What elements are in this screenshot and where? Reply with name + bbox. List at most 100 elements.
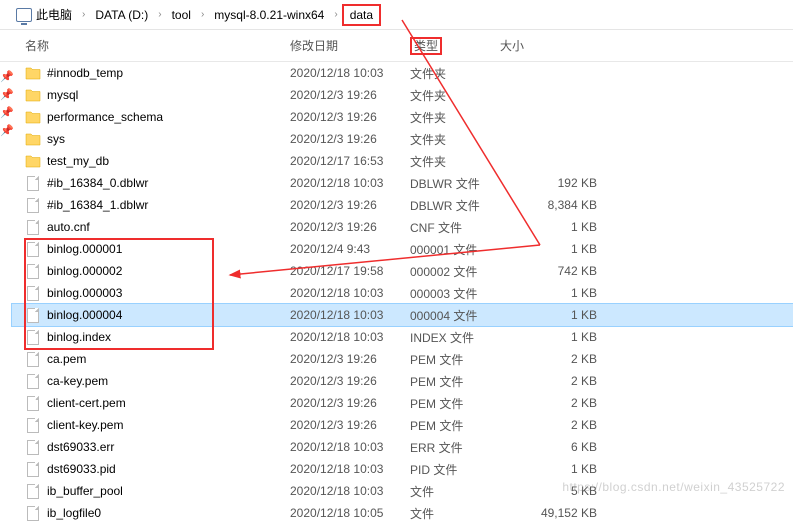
file-name: binlog.000001	[47, 242, 290, 256]
file-size: 742 KB	[515, 264, 615, 278]
file-type: 文件夹	[410, 87, 515, 104]
breadcrumb-label: DATA (D:)	[95, 8, 148, 22]
file-date: 2020/12/3 19:26	[290, 352, 410, 366]
file-row[interactable]: binlog.0000042020/12/18 10:03000004 文件1 …	[12, 304, 793, 326]
file-icon	[25, 241, 41, 257]
file-icon	[25, 439, 41, 455]
folder-icon	[25, 131, 41, 147]
file-date: 2020/12/18 10:03	[290, 176, 410, 190]
column-header-date[interactable]: 修改日期	[290, 37, 410, 54]
file-date: 2020/12/18 10:03	[290, 308, 410, 322]
column-header-row: 名称 修改日期 类型 大小	[0, 30, 793, 62]
breadcrumb-item[interactable]: data	[342, 4, 381, 26]
file-row[interactable]: ib_logfile02020/12/18 10:05文件49,152 KB	[12, 502, 793, 524]
folder-row[interactable]: test_my_db2020/12/17 16:53文件夹	[12, 150, 793, 172]
file-type: PEM 文件	[410, 417, 515, 434]
file-row[interactable]: auto.cnf2020/12/3 19:26CNF 文件1 KB	[12, 216, 793, 238]
file-row[interactable]: dst69033.pid2020/12/18 10:03PID 文件1 KB	[12, 458, 793, 480]
file-size: 49,152 KB	[515, 506, 615, 520]
breadcrumb-label: mysql-8.0.21-winx64	[214, 8, 324, 22]
file-row[interactable]: #ib_16384_0.dblwr2020/12/18 10:03DBLWR 文…	[12, 172, 793, 194]
folder-icon	[25, 87, 41, 103]
file-date: 2020/12/3 19:26	[290, 198, 410, 212]
chevron-right-icon: ›	[330, 9, 341, 20]
file-size: 2 KB	[515, 418, 615, 432]
file-type: CNF 文件	[410, 219, 515, 236]
file-type: 000001 文件	[410, 241, 515, 258]
file-date: 2020/12/17 16:53	[290, 154, 410, 168]
chevron-right-icon: ›	[154, 9, 165, 20]
file-row[interactable]: binlog.0000012020/12/4 9:43000001 文件1 KB	[12, 238, 793, 260]
column-header-name[interactable]: 名称	[25, 37, 290, 54]
file-size: 1 KB	[515, 330, 615, 344]
file-name: test_my_db	[47, 154, 290, 168]
file-icon	[25, 417, 41, 433]
file-icon	[25, 373, 41, 389]
file-row[interactable]: binlog.0000022020/12/17 19:58000002 文件74…	[12, 260, 793, 282]
file-date: 2020/12/3 19:26	[290, 220, 410, 234]
file-date: 2020/12/18 10:03	[290, 462, 410, 476]
breadcrumb-label: 此电脑	[36, 6, 72, 23]
file-row[interactable]: binlog.index2020/12/18 10:03INDEX 文件1 KB	[12, 326, 793, 348]
breadcrumb-item[interactable]: 此电脑	[10, 4, 78, 25]
column-header-type[interactable]: 类型	[410, 37, 442, 54]
file-date: 2020/12/4 9:43	[290, 242, 410, 256]
file-date: 2020/12/3 19:26	[290, 418, 410, 432]
file-icon	[25, 329, 41, 345]
file-date: 2020/12/18 10:03	[290, 330, 410, 344]
file-type: PEM 文件	[410, 395, 515, 412]
file-icon	[25, 263, 41, 279]
file-row[interactable]: ca.pem2020/12/3 19:26PEM 文件2 KB	[12, 348, 793, 370]
file-date: 2020/12/17 19:58	[290, 264, 410, 278]
file-row[interactable]: client-cert.pem2020/12/3 19:26PEM 文件2 KB	[12, 392, 793, 414]
breadcrumb-label: data	[350, 8, 373, 22]
file-type: INDEX 文件	[410, 329, 515, 346]
file-type: 000004 文件	[410, 307, 515, 324]
file-type: DBLWR 文件	[410, 197, 515, 214]
file-name: binlog.index	[47, 330, 290, 344]
folder-row[interactable]: performance_schema2020/12/3 19:26文件夹	[12, 106, 793, 128]
file-row[interactable]: binlog.0000032020/12/18 10:03000003 文件1 …	[12, 282, 793, 304]
file-size: 8,384 KB	[515, 198, 615, 212]
breadcrumb-item[interactable]: tool	[166, 6, 197, 24]
file-icon	[25, 483, 41, 499]
this-pc-icon	[16, 8, 32, 22]
file-date: 2020/12/3 19:26	[290, 110, 410, 124]
file-name: dst69033.pid	[47, 462, 290, 476]
file-type: 文件	[410, 505, 515, 522]
file-name: sys	[47, 132, 290, 146]
watermark: https://blog.csdn.net/weixin_43525722	[562, 480, 785, 494]
file-icon	[25, 285, 41, 301]
folder-row[interactable]: sys2020/12/3 19:26文件夹	[12, 128, 793, 150]
chevron-right-icon: ›	[197, 9, 208, 20]
file-name: client-key.pem	[47, 418, 290, 432]
file-size: 192 KB	[515, 176, 615, 190]
file-name: ib_logfile0	[47, 506, 290, 520]
file-size: 2 KB	[515, 374, 615, 388]
breadcrumb-item[interactable]: mysql-8.0.21-winx64	[208, 6, 330, 24]
folder-row[interactable]: mysql2020/12/3 19:26文件夹	[12, 84, 793, 106]
file-icon	[25, 219, 41, 235]
breadcrumb-label: tool	[172, 8, 191, 22]
file-type: 000003 文件	[410, 285, 515, 302]
file-size: 2 KB	[515, 396, 615, 410]
file-name: binlog.000003	[47, 286, 290, 300]
file-icon	[25, 461, 41, 477]
file-name: #ib_16384_1.dblwr	[47, 198, 290, 212]
folder-row[interactable]: #innodb_temp2020/12/18 10:03文件夹	[12, 62, 793, 84]
file-name: mysql	[47, 88, 290, 102]
file-date: 2020/12/3 19:26	[290, 132, 410, 146]
file-date: 2020/12/3 19:26	[290, 396, 410, 410]
file-row[interactable]: ca-key.pem2020/12/3 19:26PEM 文件2 KB	[12, 370, 793, 392]
column-header-size[interactable]: 大小	[442, 37, 542, 54]
file-name: ca-key.pem	[47, 374, 290, 388]
file-row[interactable]: client-key.pem2020/12/3 19:26PEM 文件2 KB	[12, 414, 793, 436]
file-type: ERR 文件	[410, 439, 515, 456]
file-date: 2020/12/18 10:03	[290, 66, 410, 80]
file-icon	[25, 175, 41, 191]
breadcrumb-item[interactable]: DATA (D:)	[89, 6, 154, 24]
file-row[interactable]: dst69033.err2020/12/18 10:03ERR 文件6 KB	[12, 436, 793, 458]
file-list: #innodb_temp2020/12/18 10:03文件夹mysql2020…	[0, 62, 793, 524]
file-type: 000002 文件	[410, 263, 515, 280]
file-row[interactable]: #ib_16384_1.dblwr2020/12/3 19:26DBLWR 文件…	[12, 194, 793, 216]
